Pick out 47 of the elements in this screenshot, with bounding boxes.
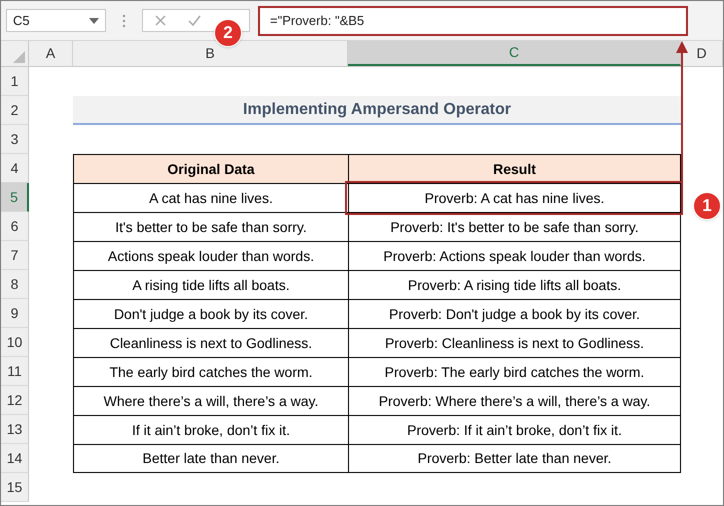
row-header[interactable]: 8 — [1, 270, 29, 299]
row-header[interactable]: 2 — [1, 96, 29, 125]
table-cell: Proverb: Cleanliness is next to Godliness. — [348, 328, 681, 357]
table-cell: Cleanliness is next to Godliness. — [73, 328, 348, 357]
column-heading: Result — [348, 154, 681, 183]
row-header[interactable]: 15 — [1, 473, 29, 502]
table-cell: Proverb: Where there’s a will, there’s a way. — [348, 386, 681, 415]
column-header[interactable]: C — [348, 41, 681, 66]
row-header[interactable]: 10 — [1, 328, 29, 357]
table-cell: Proverb: The early bird catches the worm. — [348, 357, 681, 386]
table-cell: Actions speak louder than words. — [73, 241, 348, 270]
row-header[interactable]: 5 — [1, 183, 29, 212]
row-header[interactable]: 14 — [1, 444, 29, 473]
table-cell: Proverb: Don't judge a book by its cover. — [348, 299, 681, 328]
table-cell: Proverb: It's better to be safe than sorry. — [348, 212, 681, 241]
table-cell: Proverb: A cat has nine lives. — [348, 183, 681, 212]
column-heading: Original Data — [73, 154, 348, 183]
table-cell: Better late than never. — [73, 444, 348, 473]
table-cell: If it ain’t broke, don’t fix it. — [73, 415, 348, 444]
table-cell: Proverb: A rising tide lifts all boats. — [348, 270, 681, 299]
row-header[interactable]: 9 — [1, 299, 29, 328]
table-cell: It's better to be safe than sorry. — [73, 212, 348, 241]
row-header[interactable]: 1 — [1, 67, 29, 96]
table-cell: A cat has nine lives. — [73, 183, 348, 212]
row-header[interactable]: 3 — [1, 125, 29, 154]
table-cell: The early bird catches the worm. — [73, 357, 348, 386]
sheet-title: Implementing Ampersand Operator — [73, 96, 681, 125]
name-box[interactable]: C5 — [6, 9, 106, 32]
dropdown-caret-icon[interactable] — [89, 18, 99, 24]
table-cell: Where there’s a will, there’s a way. — [73, 386, 348, 415]
row-header[interactable]: 11 — [1, 357, 29, 386]
row-header[interactable]: 7 — [1, 241, 29, 270]
table-cell: Proverb: If it ain’t broke, don’t fix it. — [348, 415, 681, 444]
cancel-icon[interactable] — [155, 15, 166, 26]
row-header[interactable]: 6 — [1, 212, 29, 241]
table-cell: Proverb: Better late than never. — [348, 444, 681, 473]
step-badge: 1 — [693, 192, 721, 220]
formula-field[interactable]: ="Proverb: "&B5 — [258, 6, 688, 36]
column-header[interactable]: A — [29, 41, 73, 66]
more-options-icon[interactable] — [122, 14, 126, 28]
enter-icon[interactable] — [188, 15, 201, 26]
table-cell: Proverb: Actions speak louder than words. — [348, 241, 681, 270]
row-header[interactable]: 4 — [1, 154, 29, 183]
table-cell: Don't judge a book by its cover. — [73, 299, 348, 328]
row-header[interactable]: 12 — [1, 386, 29, 415]
row-header[interactable]: 13 — [1, 415, 29, 444]
table-cell: A rising tide lifts all boats. — [73, 270, 348, 299]
